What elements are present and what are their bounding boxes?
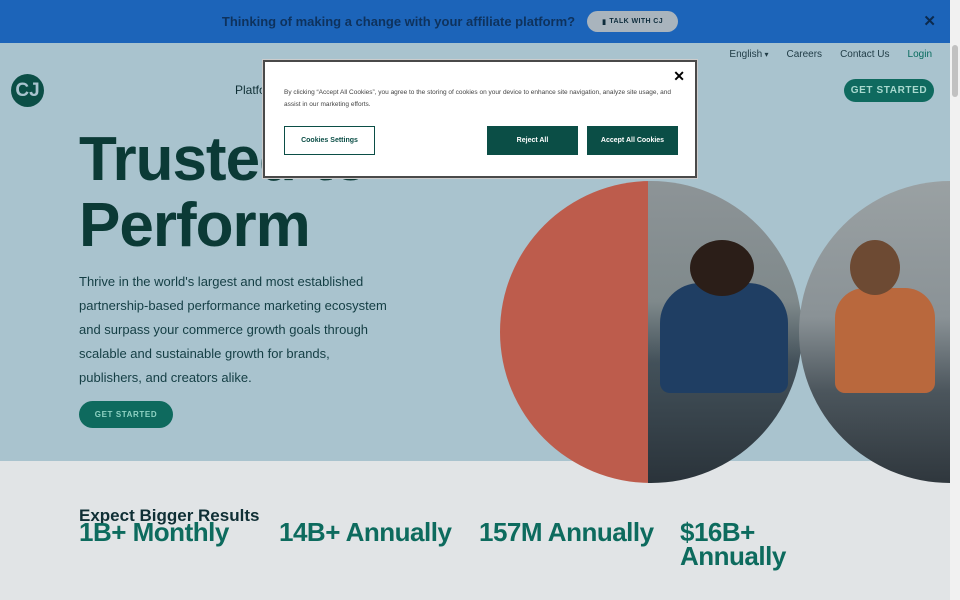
talk-with-cj-label: TALK WITH CJ (609, 18, 664, 25)
banner-text: Thinking of making a change with your af… (221, 14, 576, 29)
scrollbar-thumb[interactable] (952, 45, 958, 97)
stat-annually-157m: 157M Annually (479, 517, 654, 547)
phone-icon: ▮ (602, 18, 607, 26)
stat-annually-14b: 14B+ Annually (279, 517, 452, 547)
person-man-head (690, 240, 754, 296)
hero-title-line2: Perform (79, 191, 311, 260)
person-woman-head (850, 240, 900, 295)
hero-get-started-button[interactable]: GET STARTED (79, 401, 173, 428)
cj-logo[interactable]: CJ (11, 74, 44, 107)
promo-banner: Thinking of making a change with your af… (0, 0, 950, 43)
person-woman-body (835, 288, 935, 393)
talk-with-cj-button[interactable]: ▮ TALK WITH CJ (587, 11, 679, 32)
close-icon[interactable]: ✕ (673, 68, 685, 85)
cookie-consent-dialog: ✕ By clicking “Accept All Cookies”, you … (263, 60, 697, 178)
utility-nav: English Careers Contact Us Login (729, 49, 932, 60)
hero-lead: Thrive in the world's largest and most e… (79, 274, 387, 385)
reject-all-button[interactable]: Reject All (487, 126, 578, 155)
contact-us-link[interactable]: Contact Us (840, 49, 889, 60)
stat-annually-16b: $16B+ Annually (680, 520, 786, 571)
banner-close-icon[interactable]: ✕ (923, 12, 936, 30)
stat-monthly: 1B+ Monthly (79, 517, 229, 547)
person-man-body (660, 283, 788, 393)
header-get-started-button[interactable]: GET STARTED (844, 79, 934, 102)
page-root: Thinking of making a change with your af… (0, 0, 960, 600)
careers-link[interactable]: Careers (786, 49, 822, 60)
login-link[interactable]: Login (908, 49, 932, 60)
accept-all-cookies-button[interactable]: Accept All Cookies (587, 126, 678, 155)
cookie-consent-text: By clicking “Accept All Cookies”, you ag… (284, 89, 671, 108)
nav-item-platform[interactable]: Platfo (235, 83, 266, 97)
cookies-settings-button[interactable]: Cookies Settings (284, 126, 375, 155)
language-selector[interactable]: English (729, 49, 768, 60)
